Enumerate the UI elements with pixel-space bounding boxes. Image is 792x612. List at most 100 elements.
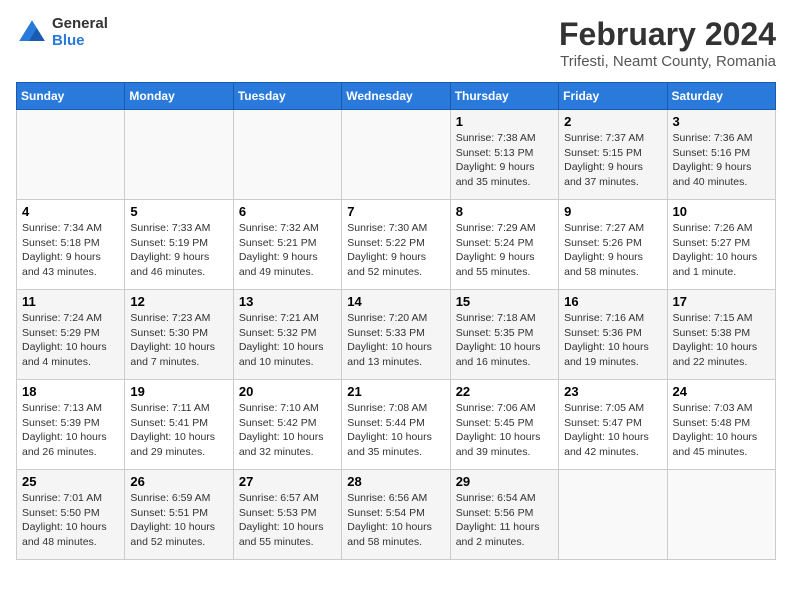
location-subtitle: Trifesti, Neamt County, Romania (559, 53, 776, 70)
calendar-week-1: 1 Sunrise: 7:38 AM Sunset: 5:13 PM Daylig… (17, 110, 776, 200)
calendar-cell: 8 Sunrise: 7:29 AM Sunset: 5:24 PM Daylig… (450, 200, 558, 290)
page-header: General Blue February 2024 Trifesti, Nea… (16, 16, 776, 70)
day-number: 28 (347, 474, 444, 489)
logo: General Blue (16, 16, 108, 49)
day-number: 7 (347, 204, 444, 219)
calendar-body: 1 Sunrise: 7:38 AM Sunset: 5:13 PM Daylig… (17, 110, 776, 560)
calendar-cell: 21 Sunrise: 7:08 AM Sunset: 5:44 PM Dayli… (342, 380, 450, 470)
calendar-cell: 17Sunrise: 7:15 AM Sunset: 5:38 PM Dayli… (667, 290, 775, 380)
day-info: Sunrise: 7:03 AM Sunset: 5:48 PM Dayligh… (673, 401, 770, 460)
day-number: 11 (22, 294, 119, 309)
calendar-cell: 18Sunrise: 7:13 AM Sunset: 5:39 PM Dayli… (17, 380, 125, 470)
calendar-cell: 10 Sunrise: 7:26 AM Sunset: 5:27 PM Dayli… (667, 200, 775, 290)
day-info: Sunrise: 7:34 AM Sunset: 5:18 PM Dayligh… (22, 221, 119, 280)
calendar-cell: 19 Sunrise: 7:11 AM Sunset: 5:41 PM Dayli… (125, 380, 233, 470)
day-info: Sunrise: 7:37 AM Sunset: 5:15 PM Dayligh… (564, 131, 661, 190)
day-number: 23 (564, 384, 661, 399)
day-info: Sunrise: 6:56 AM Sunset: 5:54 PM Dayligh… (347, 491, 444, 550)
logo-icon (16, 17, 48, 49)
weekday-header-row: SundayMondayTuesdayWednesdayThursdayFrid… (17, 83, 776, 110)
day-info: Sunrise: 7:06 AM Sunset: 5:45 PM Dayligh… (456, 401, 553, 460)
day-info: Sunrise: 7:08 AM Sunset: 5:44 PM Dayligh… (347, 401, 444, 460)
day-info: Sunrise: 7:29 AM Sunset: 5:24 PM Dayligh… (456, 221, 553, 280)
day-number: 15 (456, 294, 553, 309)
calendar-week-4: 18Sunrise: 7:13 AM Sunset: 5:39 PM Dayli… (17, 380, 776, 470)
day-number: 13 (239, 294, 336, 309)
day-info: Sunrise: 7:33 AM Sunset: 5:19 PM Dayligh… (130, 221, 227, 280)
day-info: Sunrise: 7:18 AM Sunset: 5:35 PM Dayligh… (456, 311, 553, 370)
calendar-cell: 6 Sunrise: 7:32 AM Sunset: 5:21 PM Daylig… (233, 200, 341, 290)
calendar-cell: 2 Sunrise: 7:37 AM Sunset: 5:15 PM Daylig… (559, 110, 667, 200)
calendar-cell: 7Sunrise: 7:30 AM Sunset: 5:22 PM Daylig… (342, 200, 450, 290)
day-number: 3 (673, 114, 770, 129)
calendar-cell: 15 Sunrise: 7:18 AM Sunset: 5:35 PM Dayli… (450, 290, 558, 380)
calendar-table: SundayMondayTuesdayWednesdayThursdayFrid… (16, 82, 776, 560)
calendar-cell: 13Sunrise: 7:21 AM Sunset: 5:32 PM Dayli… (233, 290, 341, 380)
calendar-cell (342, 110, 450, 200)
calendar-cell: 1 Sunrise: 7:38 AM Sunset: 5:13 PM Daylig… (450, 110, 558, 200)
day-number: 8 (456, 204, 553, 219)
day-info: Sunrise: 7:27 AM Sunset: 5:26 PM Dayligh… (564, 221, 661, 280)
calendar-cell: 9 Sunrise: 7:27 AM Sunset: 5:26 PM Daylig… (559, 200, 667, 290)
calendar-cell: 23 Sunrise: 7:05 AM Sunset: 5:47 PM Dayli… (559, 380, 667, 470)
calendar-cell: 12 Sunrise: 7:23 AM Sunset: 5:30 PM Dayli… (125, 290, 233, 380)
calendar-cell: 11 Sunrise: 7:24 AM Sunset: 5:29 PM Dayli… (17, 290, 125, 380)
calendar-cell: 26 Sunrise: 6:59 AM Sunset: 5:51 PM Dayli… (125, 470, 233, 560)
day-number: 29 (456, 474, 553, 489)
calendar-cell: 4 Sunrise: 7:34 AM Sunset: 5:18 PM Daylig… (17, 200, 125, 290)
calendar-cell (17, 110, 125, 200)
day-info: Sunrise: 7:11 AM Sunset: 5:41 PM Dayligh… (130, 401, 227, 460)
day-number: 21 (347, 384, 444, 399)
calendar-week-3: 11 Sunrise: 7:24 AM Sunset: 5:29 PM Dayli… (17, 290, 776, 380)
day-number: 16 (564, 294, 661, 309)
day-info: Sunrise: 7:36 AM Sunset: 5:16 PM Dayligh… (673, 131, 770, 190)
calendar-cell: 27 Sunrise: 6:57 AM Sunset: 5:53 PM Dayli… (233, 470, 341, 560)
day-number: 6 (239, 204, 336, 219)
calendar-week-5: 25Sunrise: 7:01 AM Sunset: 5:50 PM Dayli… (17, 470, 776, 560)
logo-text: General Blue (52, 16, 108, 49)
day-info: Sunrise: 7:26 AM Sunset: 5:27 PM Dayligh… (673, 221, 770, 280)
logo-blue: Blue (52, 33, 108, 50)
calendar-cell: 25Sunrise: 7:01 AM Sunset: 5:50 PM Dayli… (17, 470, 125, 560)
day-number: 14 (347, 294, 444, 309)
weekday-header-saturday: Saturday (667, 83, 775, 110)
calendar-cell: 14Sunrise: 7:20 AM Sunset: 5:33 PM Dayli… (342, 290, 450, 380)
calendar-cell (667, 470, 775, 560)
day-number: 9 (564, 204, 661, 219)
day-info: Sunrise: 7:24 AM Sunset: 5:29 PM Dayligh… (22, 311, 119, 370)
day-info: Sunrise: 6:59 AM Sunset: 5:51 PM Dayligh… (130, 491, 227, 550)
calendar-cell: 5 Sunrise: 7:33 AM Sunset: 5:19 PM Daylig… (125, 200, 233, 290)
day-info: Sunrise: 6:54 AM Sunset: 5:56 PM Dayligh… (456, 491, 553, 550)
calendar-cell: 28 Sunrise: 6:56 AM Sunset: 5:54 PM Dayli… (342, 470, 450, 560)
calendar-cell: 22Sunrise: 7:06 AM Sunset: 5:45 PM Dayli… (450, 380, 558, 470)
calendar-cell: 16 Sunrise: 7:16 AM Sunset: 5:36 PM Dayli… (559, 290, 667, 380)
calendar-cell (233, 110, 341, 200)
calendar-cell: 20 Sunrise: 7:10 AM Sunset: 5:42 PM Dayli… (233, 380, 341, 470)
day-info: Sunrise: 7:32 AM Sunset: 5:21 PM Dayligh… (239, 221, 336, 280)
day-number: 1 (456, 114, 553, 129)
weekday-header-sunday: Sunday (17, 83, 125, 110)
day-info: Sunrise: 7:16 AM Sunset: 5:36 PM Dayligh… (564, 311, 661, 370)
day-number: 26 (130, 474, 227, 489)
day-info: Sunrise: 7:13 AM Sunset: 5:39 PM Dayligh… (22, 401, 119, 460)
weekday-header-thursday: Thursday (450, 83, 558, 110)
day-info: Sunrise: 7:38 AM Sunset: 5:13 PM Dayligh… (456, 131, 553, 190)
day-number: 2 (564, 114, 661, 129)
day-number: 20 (239, 384, 336, 399)
weekday-header-tuesday: Tuesday (233, 83, 341, 110)
day-info: Sunrise: 6:57 AM Sunset: 5:53 PM Dayligh… (239, 491, 336, 550)
day-number: 5 (130, 204, 227, 219)
weekday-header-wednesday: Wednesday (342, 83, 450, 110)
day-number: 27 (239, 474, 336, 489)
day-number: 4 (22, 204, 119, 219)
day-info: Sunrise: 7:23 AM Sunset: 5:30 PM Dayligh… (130, 311, 227, 370)
day-info: Sunrise: 7:05 AM Sunset: 5:47 PM Dayligh… (564, 401, 661, 460)
day-number: 17 (673, 294, 770, 309)
weekday-header-monday: Monday (125, 83, 233, 110)
day-number: 12 (130, 294, 227, 309)
day-info: Sunrise: 7:10 AM Sunset: 5:42 PM Dayligh… (239, 401, 336, 460)
logo-general: General (52, 16, 108, 33)
day-number: 10 (673, 204, 770, 219)
day-number: 19 (130, 384, 227, 399)
calendar-cell: 24Sunrise: 7:03 AM Sunset: 5:48 PM Dayli… (667, 380, 775, 470)
